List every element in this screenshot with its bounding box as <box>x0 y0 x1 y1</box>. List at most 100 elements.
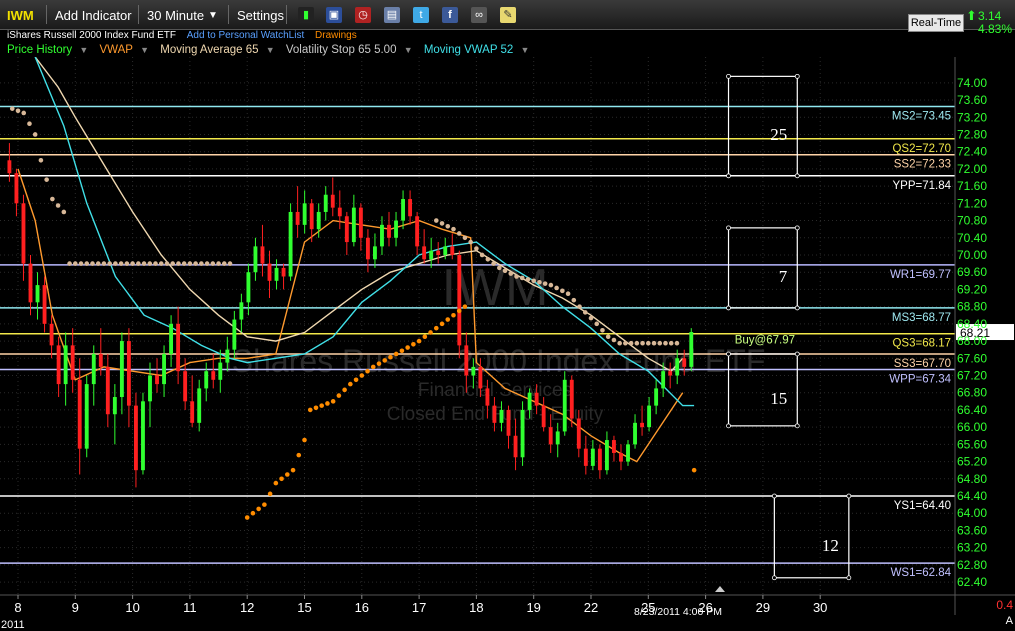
volatility-stop-dot <box>691 467 697 473</box>
save-icon[interactable]: ▣ <box>326 7 342 23</box>
volatility-stop-dot <box>399 348 405 354</box>
volatility-stop-dot <box>560 288 565 294</box>
volatility-stop-dot <box>164 261 170 266</box>
symbol-field[interactable]: IWM <box>7 0 34 29</box>
watchlist-link[interactable]: Add to Personal WatchList <box>187 30 304 41</box>
legend-moving-vwap[interactable]: Moving VWAP 52 ▼ <box>424 44 534 56</box>
y-tick-label: 70.80 <box>957 214 987 228</box>
cursor-marker-icon <box>715 586 725 592</box>
candle-body <box>176 323 181 372</box>
candle-body <box>541 405 546 428</box>
volatility-stop-dot <box>468 239 473 245</box>
legend-label: Volatility Stop 65 5.00 <box>285 44 397 56</box>
bar-chart-icon[interactable]: ▮ <box>298 7 314 23</box>
volatility-stop-dot <box>657 340 663 346</box>
candle-body <box>260 246 265 264</box>
y-tick-label: 66.40 <box>957 403 987 417</box>
candle-body <box>619 452 623 462</box>
alarm-clock-icon[interactable]: ◷ <box>355 7 371 23</box>
volatility-stop-dot <box>428 330 433 335</box>
volatility-stop-dot <box>611 337 617 343</box>
pivot-level-label: YPP=71.84 <box>892 180 951 192</box>
candle-body <box>56 345 61 385</box>
volatility-stop-dot <box>296 452 302 458</box>
candle-body <box>633 422 637 445</box>
y-tick-label: 62.40 <box>957 575 987 589</box>
box-handle <box>726 423 731 429</box>
legend-vwap[interactable]: VWAP ▼ <box>100 44 154 56</box>
y-tick-label: 71.60 <box>957 179 987 193</box>
volatility-stop-dot <box>61 209 67 215</box>
interval-select[interactable]: 30 Minute <box>147 0 204 29</box>
binoculars-icon[interactable]: ∞ <box>471 7 487 23</box>
box-handle <box>846 575 852 581</box>
candle-body <box>604 440 609 471</box>
legend-price-history[interactable]: Price History ▼ <box>7 44 92 56</box>
volatility-stop-dot <box>594 321 600 327</box>
price-chart[interactable]: IWMiShares Russell 2000 Index Fund ETFFi… <box>0 57 1015 631</box>
pivot-level-label: QS2=72.70 <box>892 143 951 155</box>
drawings-link[interactable]: Drawings <box>315 30 357 41</box>
volatility-stop-dot <box>668 340 674 346</box>
toolbar: IWM Add Indicator 30 Minute ▼ Settings ▮… <box>0 0 1015 32</box>
y-tick-label: 68.80 <box>957 300 987 314</box>
candle-body <box>246 272 251 303</box>
count-box-label: 12 <box>822 536 839 555</box>
volatility-stop-dot <box>497 265 502 271</box>
candle-body <box>267 263 272 281</box>
candle-body <box>21 203 26 264</box>
settings-button[interactable]: Settings <box>237 0 284 29</box>
compare-icon[interactable]: ▤ <box>384 7 400 23</box>
volatility-stop-dot <box>393 351 399 357</box>
box-handle <box>771 493 777 499</box>
volatility-stop-dot <box>250 510 256 516</box>
candle-body <box>436 250 441 255</box>
volatility-stop-dot <box>221 261 227 266</box>
volatility-stop-dot <box>474 246 479 251</box>
box-handle <box>771 575 777 581</box>
y-tick-label: 69.60 <box>957 265 987 279</box>
volatility-stop-dot <box>674 340 680 346</box>
volatility-stop-dot <box>107 261 112 266</box>
twitter-icon[interactable]: t <box>413 7 429 23</box>
volatility-stop-dot <box>325 401 330 406</box>
candle-body <box>70 345 75 380</box>
volatility-stop-dot <box>244 515 250 520</box>
volatility-stop-dot <box>313 405 319 411</box>
candle-body <box>492 405 497 423</box>
volatility-stop-dot <box>640 340 645 346</box>
volatility-stop-dot <box>439 321 445 327</box>
indicator-legend: Price History ▼ VWAP ▼ Moving Average 65… <box>7 44 537 56</box>
candle-body <box>527 392 532 410</box>
x-tick-label: 16 <box>355 600 369 615</box>
volatility-stop-dot <box>617 340 622 346</box>
y-tick-label: 63.20 <box>957 541 987 555</box>
candle-body <box>253 246 258 273</box>
volatility-stop-dot <box>302 437 307 443</box>
volatility-stop-dot <box>525 277 531 282</box>
volatility-stop-dot <box>422 334 428 340</box>
candle-body <box>415 216 420 247</box>
candle-body <box>457 254 462 346</box>
candle-body <box>373 246 377 260</box>
notes-icon[interactable]: ✎ <box>500 7 516 23</box>
facebook-icon[interactable]: f <box>442 7 458 23</box>
y-tick-label: 71.20 <box>957 196 987 210</box>
candle-body <box>534 392 539 406</box>
legend-ma65[interactable]: Moving Average 65 ▼ <box>160 44 278 56</box>
x-tick-label: 18 <box>469 600 483 615</box>
scale-value: 0.4 <box>996 598 1013 612</box>
realtime-badge[interactable]: Real-Time <box>908 14 964 32</box>
y-tick-label: 70.00 <box>957 248 987 262</box>
volatility-stop-dot <box>95 261 101 266</box>
legend-volatility-stop[interactable]: Volatility Stop 65 5.00 ▼ <box>286 44 417 56</box>
add-indicator-button[interactable]: Add Indicator <box>55 0 132 29</box>
volatility-stop-dot <box>262 502 267 507</box>
volatility-stop-dot <box>55 203 61 208</box>
candle-body <box>647 405 652 428</box>
candle-body <box>148 375 152 402</box>
volatility-stop-dot <box>370 364 376 370</box>
volatility-stop-dot <box>44 177 49 182</box>
chevron-down-icon[interactable]: ▼ <box>208 0 218 29</box>
candle-body <box>597 448 602 471</box>
